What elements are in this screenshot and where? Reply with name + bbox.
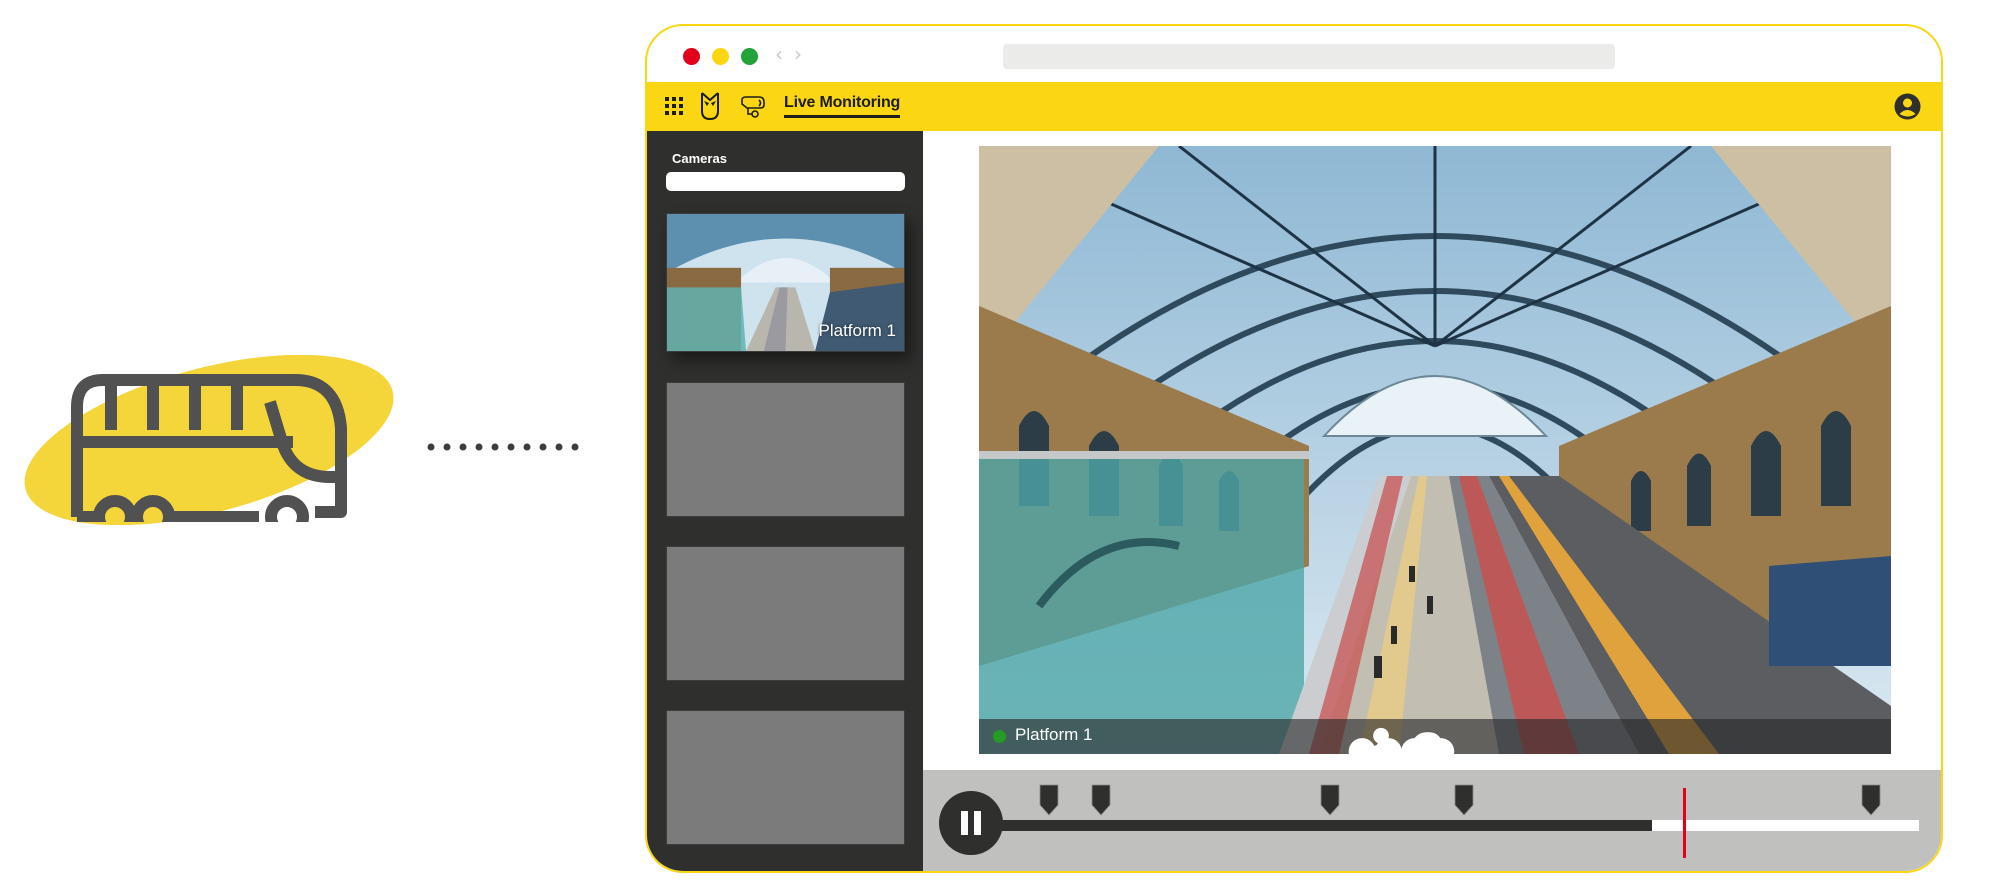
pause-bar-icon [961, 811, 968, 835]
back-chevron-icon[interactable]: ‹ [775, 42, 783, 66]
bus-icon [71, 374, 347, 522]
address-bar[interactable] [1003, 44, 1615, 69]
camera-tile-platform-1[interactable]: Platform 1 [666, 213, 905, 352]
account-icon[interactable] [1894, 93, 1921, 120]
page-title[interactable]: Live Monitoring [784, 94, 900, 118]
camera-tile-empty[interactable] [666, 382, 905, 517]
camera-tile-label: Platform 1 [818, 321, 896, 340]
timeline-playhead[interactable] [1682, 788, 1686, 858]
event-marker-icon[interactable] [1039, 784, 1059, 816]
forward-chevron-icon[interactable]: › [794, 42, 802, 66]
camera-tile-empty[interactable] [666, 710, 905, 845]
train-station-scene [979, 146, 1891, 754]
timeline-track[interactable] [993, 820, 1919, 831]
app-header: Live Monitoring [647, 82, 1941, 131]
event-marker-icon[interactable] [1861, 784, 1881, 816]
camera-sidebar: Cameras Platform 1 [647, 131, 923, 871]
browser-window: ‹ › Live Monitoring Cameras Platform 1 P… [645, 24, 1943, 873]
cloud-icon[interactable] [979, 728, 1883, 754]
minimize-window-button[interactable] [712, 48, 729, 65]
live-video-feed[interactable]: Platform 1 [979, 146, 1891, 754]
video-caption-bar: Platform 1 [979, 719, 1891, 754]
close-window-button[interactable] [683, 48, 700, 65]
playback-timeline [923, 770, 1941, 871]
timeline-progress-fill [993, 820, 1653, 831]
owl-logo-icon[interactable] [699, 91, 721, 121]
camera-tile-empty[interactable] [666, 546, 905, 681]
dotted-connector [427, 443, 579, 451]
pause-button[interactable] [939, 791, 1003, 855]
security-camera-icon[interactable] [739, 94, 767, 120]
event-marker-icon[interactable] [1320, 784, 1340, 816]
apps-grid-icon[interactable] [665, 97, 683, 115]
camera-search-input[interactable] [666, 172, 905, 191]
cameras-heading: Cameras [672, 151, 727, 166]
event-marker-icon[interactable] [1091, 784, 1111, 816]
pause-bar-icon [974, 811, 981, 835]
event-marker-icon[interactable] [1454, 784, 1474, 816]
maximize-window-button[interactable] [741, 48, 758, 65]
